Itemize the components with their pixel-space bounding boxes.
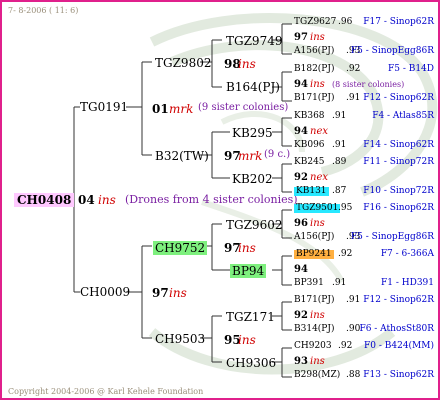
- g3-ch9752-mark: ins: [238, 241, 256, 255]
- sire-sire-note: (9 sister colonies): [198, 102, 289, 113]
- g3-ch9306[interactable]: CH9306: [226, 357, 276, 369]
- ancestor-value: .91: [332, 140, 347, 150]
- ancestor-value: .89: [332, 157, 347, 167]
- ancestor-value: .96: [338, 17, 353, 27]
- ancestor-origin: F7 - 6-366A: [380, 249, 434, 259]
- root-note: (Drones from 4 sister colonies): [125, 193, 298, 206]
- ancestor-id[interactable]: KB245: [294, 158, 325, 167]
- ancestor-gen: 92: [294, 171, 308, 183]
- ancestor-value: .95: [338, 203, 353, 213]
- g3-tgz171[interactable]: TGZ171: [226, 311, 275, 323]
- ancestor-origin: F12 - Sinop62R: [363, 93, 434, 103]
- ancestor-mark: ins: [310, 217, 325, 229]
- pedigree-canvas: 7- 8-2006 ( 11: 6) Copyright 2004-2006 @…: [0, 0, 440, 400]
- sire-dam-id[interactable]: B32(TW): [155, 150, 209, 162]
- ancestor-id[interactable]: TGZ9501: [294, 204, 341, 213]
- ancestor-origin: F0 - B424(MM): [364, 341, 434, 351]
- g3-b32-mark: mrk: [238, 149, 263, 163]
- ancestor-gen: 94: [294, 78, 308, 90]
- ancestor-id[interactable]: KB131: [294, 187, 329, 196]
- ancestor-origin: F5 - SinopEgg86R: [350, 46, 434, 56]
- sire-id[interactable]: TG0191: [80, 101, 128, 113]
- ancestor-origin: F14 - Sinop62R: [363, 140, 434, 150]
- ancestor-mark: ins: [310, 78, 325, 90]
- dam-dam-id[interactable]: CH9503: [155, 333, 205, 345]
- copyright-footer: Copyright 2004-2006 @ Karl Kehele Founda…: [8, 387, 204, 396]
- ancestor-origin: F17 - Sinop62R: [363, 17, 434, 27]
- ancestor-origin: F16 - Sinop62R: [363, 203, 434, 213]
- ancestor-id[interactable]: B298(MZ): [294, 371, 340, 380]
- g3-kb295[interactable]: KB295: [232, 127, 273, 139]
- ancestor-value: .87: [332, 186, 347, 196]
- ancestor-id[interactable]: A156(PJ): [294, 233, 334, 242]
- ancestor-value: .91: [332, 111, 347, 121]
- ancestor-id[interactable]: TGZ9627: [294, 18, 336, 27]
- ancestor-origin: F10 - Sinop72R: [363, 186, 434, 196]
- ancestor-mark: ins: [310, 355, 325, 367]
- ancestor-origin: F1 - HD391: [381, 278, 434, 288]
- ancestor-gen: 94: [294, 125, 308, 137]
- ancestor-value: .91: [346, 295, 361, 305]
- ancestor-id[interactable]: BP391: [294, 279, 324, 288]
- print-timestamp: 7- 8-2006 ( 11: 6): [8, 6, 79, 15]
- ancestor-id[interactable]: KB096: [294, 141, 325, 150]
- ancestor-id[interactable]: A156(PJ): [294, 47, 334, 56]
- ancestor-value: .91: [332, 278, 347, 288]
- ancestor-mark: nex: [310, 171, 328, 183]
- sire-sire-mark: mrk: [169, 102, 194, 116]
- ancestor-origin: F6 - AthosSt80R: [359, 324, 434, 334]
- root-mark: ins: [98, 193, 116, 207]
- g3-bp94[interactable]: BP94: [230, 264, 267, 278]
- g3-tgz9602[interactable]: TGZ9602: [226, 219, 282, 231]
- ancestor-gen: 96: [294, 217, 308, 229]
- ancestor-note: (8 sister colonies): [332, 79, 405, 89]
- sire-sire-gen: 01: [152, 102, 169, 116]
- ancestor-origin: F5 - B14D: [387, 64, 434, 74]
- ancestor-value: .92: [338, 249, 353, 259]
- ancestor-id[interactable]: B171(PJ): [294, 296, 334, 305]
- ancestor-value: .90: [346, 324, 361, 334]
- ancestor-id[interactable]: B314(PJ): [294, 325, 334, 334]
- ancestor-origin: F11 - Sinop72R: [363, 157, 434, 167]
- ancestor-value: .88: [346, 370, 361, 380]
- g3-b164[interactable]: B164(PJ): [226, 81, 280, 93]
- ancestor-gen: 97: [294, 31, 308, 43]
- g3-tgz9749[interactable]: TGZ9749: [226, 35, 282, 47]
- ancestor-gen: 94: [294, 263, 308, 275]
- g3-b32-note: (9 c.): [264, 149, 291, 160]
- ancestor-id[interactable]: KB368: [294, 112, 325, 121]
- ancestor-gen: 92: [294, 309, 308, 321]
- ancestor-id[interactable]: B171(PJ): [294, 94, 334, 103]
- ancestor-id[interactable]: BP9241: [294, 250, 334, 259]
- ancestor-origin: F4 - Atlas85R: [372, 111, 434, 121]
- dam-id[interactable]: CH0009: [80, 286, 130, 298]
- ancestor-gen: 93: [294, 355, 308, 367]
- ancestor-origin: F5 - SinopEgg86R: [350, 232, 434, 242]
- g3-tgz171-mark: ins: [238, 333, 256, 347]
- ancestor-origin: F12 - Sinop62R: [363, 295, 434, 305]
- ancestor-id[interactable]: CH9203: [294, 342, 332, 351]
- g3-tgz9749-mark: ins: [238, 57, 256, 71]
- sire-sire-id[interactable]: TGZ9802: [155, 57, 211, 69]
- root-gen: 04: [78, 193, 95, 207]
- ancestor-mark: ins: [310, 309, 325, 321]
- ancestor-value: .91: [346, 93, 361, 103]
- g3-kb202[interactable]: KB202: [232, 173, 273, 185]
- dam-sire-id[interactable]: CH9752: [153, 241, 208, 255]
- dam-sire-gen: 97: [152, 286, 169, 300]
- ancestor-value: .92: [338, 341, 353, 351]
- ancestor-origin: F13 - Sinop62R: [363, 370, 434, 380]
- ancestor-mark: ins: [310, 31, 325, 43]
- ancestor-value: .92: [346, 64, 361, 74]
- dam-sire-mark: ins: [169, 286, 187, 300]
- ancestor-mark: nex: [310, 125, 328, 137]
- ancestor-id[interactable]: B182(PJ): [294, 65, 334, 74]
- root-id[interactable]: CH0408: [14, 193, 75, 207]
